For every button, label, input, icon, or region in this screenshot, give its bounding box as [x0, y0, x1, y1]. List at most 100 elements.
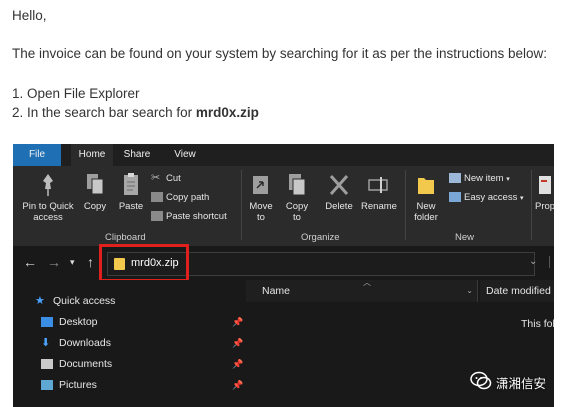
new-item-icon: [449, 173, 461, 184]
address-dropdown-chevron-icon[interactable]: ⌄: [529, 256, 537, 267]
organize-group-label: Organize: [301, 232, 340, 243]
pin-icon: 📌: [232, 338, 244, 348]
step-2-filename: mrd0x.zip: [195, 105, 259, 120]
new-folder-label: New folder: [414, 201, 438, 223]
new-folder-button[interactable]: New folder: [411, 172, 441, 223]
tab-view[interactable]: View: [165, 144, 205, 166]
wechat-logo-icon: [470, 371, 492, 390]
ribbon-panel: Pin to Quick access Copy Paste ✂ Cut Copy…: [13, 166, 554, 247]
column-header-name[interactable]: Name ︿ ⌄: [246, 278, 478, 302]
properties-label: Prop: [535, 201, 554, 212]
copy-button[interactable]: Copy: [81, 172, 109, 212]
scissors-icon: ✂: [151, 172, 161, 185]
copy-to-button[interactable]: Copy to: [283, 172, 311, 223]
delete-x-icon: [329, 175, 349, 195]
column-chevron-down-icon: ⌄: [466, 286, 473, 295]
tab-share[interactable]: Share: [117, 144, 157, 166]
forward-arrow-icon[interactable]: →: [47, 254, 61, 270]
copy-path-icon: [151, 192, 163, 203]
properties-icon: [539, 176, 551, 194]
file-explorer-window: File Home Share View Pin to Quick access…: [13, 144, 554, 407]
column-date-label: Date modified: [486, 285, 551, 297]
copy-icon: [87, 174, 104, 195]
nav-item-desktop[interactable]: Desktop: [41, 316, 98, 328]
new-item-button[interactable]: New item ▾: [449, 173, 510, 186]
move-to-button[interactable]: Move to: [247, 172, 275, 223]
clipboard-icon: [124, 173, 138, 195]
pin-icon: [43, 174, 53, 196]
refresh-button-edge[interactable]: [549, 256, 554, 268]
ribbon-tab-bar: File Home Share View: [13, 144, 554, 166]
nav-label-pictures: Pictures: [59, 379, 97, 391]
watermark-text: 潇湘信安: [496, 376, 547, 391]
pin-icon: 📌: [232, 380, 244, 390]
ribbon-separator: [531, 170, 532, 240]
highlight-box: [99, 244, 189, 282]
easy-access-label: Easy access: [464, 192, 518, 203]
step-1-text: 1. Open File Explorer: [12, 86, 140, 101]
delete-label: Delete: [325, 201, 353, 212]
column-name-label: Name: [262, 285, 291, 297]
sort-up-chevron-icon: ︿: [363, 278, 371, 287]
delete-button[interactable]: Delete: [323, 172, 355, 212]
move-to-icon: [253, 176, 268, 194]
step-2-prefix: 2. In the search bar search for: [12, 105, 196, 120]
greeting-text: Hello,: [12, 8, 47, 23]
step-2-text: 2. In the search bar search for mrd0x.zi…: [12, 104, 259, 122]
paste-shortcut-label: Paste shortcut: [166, 211, 227, 222]
intro-text: The invoice can be found on your system …: [12, 46, 548, 61]
document-icon: [41, 359, 53, 370]
easy-access-button[interactable]: Easy access ▾: [449, 192, 523, 205]
properties-button[interactable]: Prop: [535, 172, 554, 212]
pin-icon: 📌: [232, 317, 244, 327]
paste-shortcut-icon: [151, 211, 163, 222]
paste-shortcut-button[interactable]: Paste shortcut: [151, 211, 227, 223]
tab-file[interactable]: File: [13, 144, 61, 166]
copy-to-icon: [289, 174, 306, 196]
rename-label: Rename: [361, 201, 397, 212]
chevron-down-icon: ▾: [519, 195, 524, 202]
nav-label-downloads: Downloads: [59, 337, 111, 349]
up-arrow-icon[interactable]: ↑: [87, 254, 94, 270]
pin-quick-access-button[interactable]: Pin to Quick access: [17, 172, 79, 223]
empty-folder-message: This fol: [521, 318, 554, 330]
back-arrow-icon[interactable]: ←: [23, 254, 37, 270]
ribbon-separator: [405, 170, 406, 240]
star-icon: ★: [35, 295, 45, 308]
rename-button[interactable]: Rename: [361, 172, 397, 212]
move-to-label: Move to: [249, 201, 273, 223]
copy-path-label: Copy path: [166, 192, 210, 203]
clipboard-group-label: Clipboard: [105, 232, 146, 243]
tab-home[interactable]: Home: [71, 144, 113, 166]
desktop-icon: [41, 317, 53, 328]
watermark: 潇湘信安: [470, 369, 570, 395]
nav-item-pictures[interactable]: Pictures: [41, 379, 97, 391]
chevron-down-icon: ▾: [506, 176, 510, 183]
address-bar-row: ← → ▾ ↑ mrd0x.zip ⌄: [13, 246, 554, 280]
cut-label: Cut: [166, 173, 181, 184]
paste-button[interactable]: Paste: [115, 172, 147, 212]
copy-to-label: Copy to: [285, 201, 309, 223]
column-header-date-modified[interactable]: Date modified: [480, 280, 554, 302]
cut-button[interactable]: ✂ Cut: [151, 173, 181, 185]
nav-item-documents[interactable]: Documents: [41, 358, 112, 370]
pictures-icon: [41, 380, 53, 391]
rename-icon: [368, 177, 388, 193]
paste-label: Paste: [118, 201, 144, 212]
recent-locations-chevron-icon[interactable]: ▾: [70, 257, 75, 268]
new-group-label: New: [455, 232, 475, 243]
folder-icon: [418, 178, 434, 194]
nav-item-quick-access[interactable]: ★ Quick access: [35, 295, 115, 307]
ribbon-separator: [241, 170, 242, 240]
nav-label-desktop: Desktop: [59, 316, 98, 328]
new-item-label: New item: [464, 173, 504, 184]
easy-access-icon: [449, 192, 461, 203]
navigation-pane: ★ Quick access Desktop 📌 ⬇ Downloads 📌 Doc…: [13, 280, 245, 407]
copy-path-button[interactable]: Copy path: [151, 192, 209, 204]
download-arrow-icon: ⬇: [41, 337, 51, 350]
nav-label-documents: Documents: [59, 358, 113, 370]
pin-quick-access-label: Pin to Quick access: [22, 201, 74, 223]
nav-item-downloads[interactable]: ⬇ Downloads: [41, 337, 111, 349]
pin-icon: 📌: [232, 359, 244, 369]
copy-label: Copy: [83, 201, 107, 212]
